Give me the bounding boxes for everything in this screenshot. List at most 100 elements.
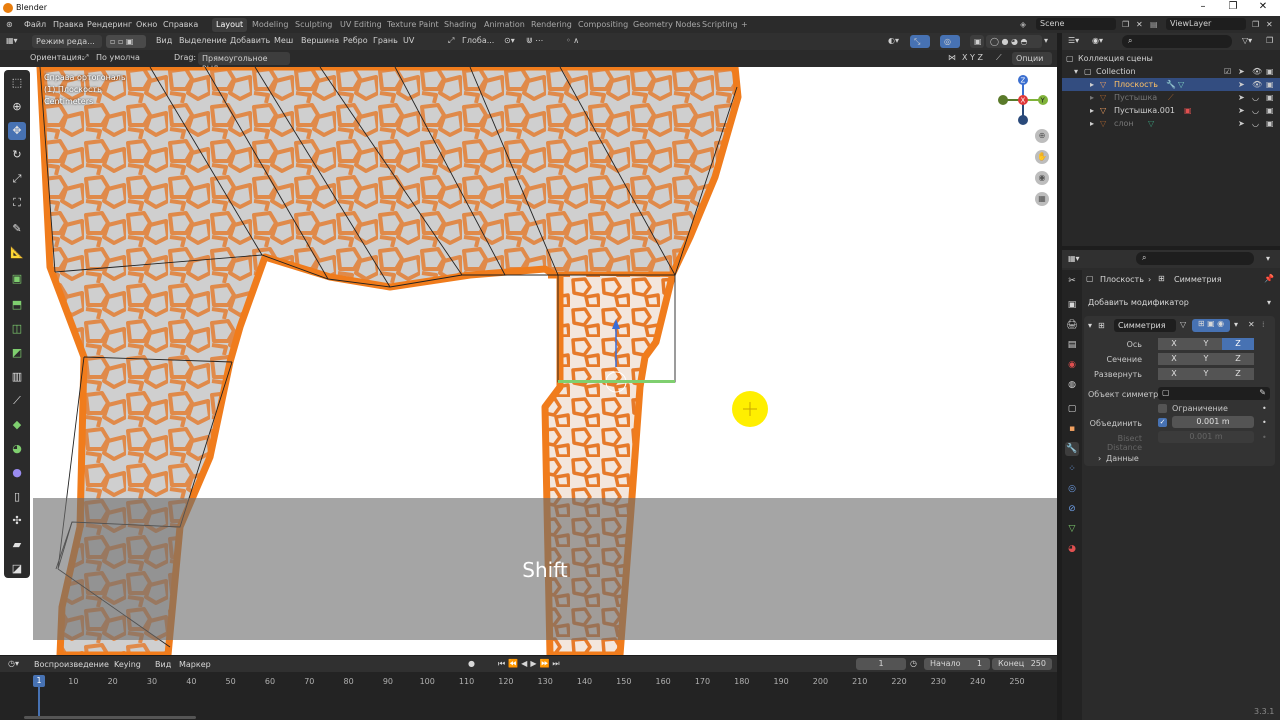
on-cage-icon[interactable]: ▽	[1180, 320, 1186, 329]
eyedropper-icon[interactable]: ✎	[1259, 388, 1266, 397]
editor-type-icon[interactable]: ▦▾	[6, 36, 18, 48]
options-button[interactable]: Опции	[1012, 52, 1052, 65]
mirror-axes[interactable]: X Y Z	[962, 53, 983, 65]
output-tab-icon[interactable]: 🖨	[1065, 318, 1079, 332]
collapse-icon[interactable]: ▾	[1088, 321, 1092, 330]
menu-view[interactable]: Вид	[156, 36, 172, 48]
flip-x-toggle[interactable]: X	[1158, 368, 1190, 380]
minimize-icon[interactable]: –	[1188, 1, 1218, 12]
close-icon[interactable]: ✕	[1248, 1, 1278, 12]
menu-select[interactable]: Выделение	[179, 36, 227, 48]
pin-icon[interactable]: ⟋	[996, 53, 1002, 65]
end-frame-field[interactable]: Конец 250	[992, 658, 1052, 670]
axis-x-toggle[interactable]: X	[1158, 338, 1190, 350]
expand-icon[interactable]: ▸	[1090, 80, 1094, 89]
camera-icon[interactable]: ▣	[1266, 67, 1274, 76]
expand-icon[interactable]: ▸	[1090, 93, 1094, 102]
remove-modifier-icon[interactable]: ✕	[1248, 320, 1255, 329]
timeline-ruler[interactable]: 1 10 20 30 40 50 60 70 80 90 100 110 120 130 140 150 16…	[0, 672, 1057, 720]
eye-hidden-icon[interactable]: ◡	[1252, 93, 1259, 102]
pivot-icon[interactable]: ⊙▾	[504, 36, 515, 48]
select-mode-buttons[interactable]: ▫ ▫ ▣	[106, 35, 146, 48]
world-tab-icon[interactable]: ◍	[1065, 378, 1079, 392]
outliner-row-elephant[interactable]: ▸ ▽ слон ▽ ➤ ◡ ▣	[1062, 117, 1280, 130]
expand-icon[interactable]: ▾	[1074, 67, 1078, 76]
proportional-edit-icon[interactable]: ◦ ∧	[566, 36, 579, 48]
merge-distance-field[interactable]: 0.001 m	[1172, 416, 1254, 428]
tab-sculpting[interactable]: Sculpting	[295, 20, 332, 29]
filter-icon[interactable]: ▽▾	[1242, 36, 1252, 45]
menu-face[interactable]: Грань	[373, 36, 398, 48]
ortho-grid-icon[interactable]: ▦	[1035, 192, 1049, 206]
timeline-scrollbar[interactable]	[24, 716, 196, 719]
constraints-tab-icon[interactable]: ⊘	[1065, 502, 1079, 516]
eye-hidden-icon[interactable]: ◡	[1252, 119, 1259, 128]
bisect-y-toggle[interactable]: Y	[1190, 353, 1222, 365]
transform-orientation-icon[interactable]: ⤢	[448, 36, 454, 48]
loop-cut-tool-icon[interactable]: ▥	[8, 368, 26, 386]
timeline-editor-icon[interactable]: ◷▾	[8, 659, 19, 668]
select-arrow-icon[interactable]: ➤	[1238, 119, 1245, 128]
transform-tool-icon[interactable]: ⛶	[8, 194, 26, 212]
rotate-tool-icon[interactable]: ↻	[8, 146, 26, 164]
mirror-icon[interactable]: ⋈	[948, 53, 956, 65]
area-divider[interactable]	[1062, 246, 1280, 250]
zoom-icon[interactable]: ⊕	[1035, 129, 1049, 143]
drag-selector[interactable]: Прямоугольное выд...	[198, 52, 290, 72]
menu-edge[interactable]: Ребро	[343, 36, 368, 48]
camera-view-icon[interactable]: ◉	[1035, 171, 1049, 185]
blender-menu-icon[interactable]: ⊛	[6, 20, 13, 29]
tool-tab-icon[interactable]: ✂	[1065, 274, 1079, 288]
tab-texture-paint[interactable]: Texture Paint	[387, 20, 439, 29]
rip-tool-icon[interactable]: ◪	[8, 560, 26, 578]
shear-tool-icon[interactable]: ▰	[8, 536, 26, 554]
outliner-row-plane[interactable]: ▸ ▽ Плоскость 🔧 ▽ ➤ 👁 ▣	[1062, 78, 1280, 91]
outliner-editor-icon[interactable]: ☰▾	[1068, 36, 1079, 45]
move-tool-icon[interactable]: ✥	[8, 122, 26, 140]
camera-icon[interactable]: ▣	[1266, 119, 1274, 128]
select-arrow-icon[interactable]: ➤	[1238, 67, 1245, 76]
annotate-tool-icon[interactable]: ✎	[8, 220, 26, 238]
object-tab-icon[interactable]: ▪	[1065, 422, 1079, 436]
select-arrow-icon[interactable]: ➤	[1238, 93, 1245, 102]
menu-playback[interactable]: Воспроизведение	[34, 660, 109, 669]
viewlayer-selector[interactable]: ViewLayer	[1166, 18, 1246, 30]
transform-orientation-selector[interactable]: Глоба...	[462, 36, 494, 48]
shading-mode-icons[interactable]: ◯ ● ◕ ◓	[986, 35, 1042, 48]
mode-selector[interactable]: Режим реда...	[32, 35, 102, 48]
pin-icon[interactable]: 📌	[1264, 274, 1274, 283]
axis-y-toggle[interactable]: Y	[1190, 338, 1222, 350]
tab-geometry-nodes[interactable]: Geometry Nodes	[633, 20, 700, 29]
add-workspace-icon[interactable]: +	[741, 20, 748, 29]
add-modifier-button[interactable]: Добавить модификатор ▾	[1084, 296, 1275, 310]
add-cube-tool-icon[interactable]: ▣	[8, 270, 26, 288]
merge-checkbox[interactable]: ✓	[1158, 418, 1167, 427]
area-divider[interactable]	[1057, 33, 1062, 720]
expand-icon[interactable]: ▸	[1090, 106, 1094, 115]
camera-icon[interactable]: ▣	[1266, 106, 1274, 115]
scale-tool-icon[interactable]: ⤢	[8, 170, 26, 188]
render-tab-icon[interactable]: ▣	[1065, 298, 1079, 312]
outliner-row-scene-collection[interactable]: ▢ Коллекция сцены	[1062, 52, 1280, 65]
properties-search-input[interactable]: ⌕	[1136, 252, 1254, 265]
3d-viewport[interactable]: Справа ортогональ (1) Плоскость Centimet…	[0, 67, 1057, 655]
view-layer-tab-icon[interactable]: ▤	[1065, 338, 1079, 352]
start-frame-field[interactable]: Начало 1	[924, 658, 990, 670]
particles-tab-icon[interactable]: ⁘	[1065, 462, 1079, 476]
shading-options-icon[interactable]: ▾	[1044, 36, 1048, 48]
camera-icon[interactable]: ▣	[1266, 80, 1274, 89]
keyframe-dot-icon[interactable]: •	[1262, 433, 1267, 442]
camera-icon[interactable]: ▣	[1266, 93, 1274, 102]
menu-help[interactable]: Справка	[163, 20, 198, 29]
cursor-tool-icon[interactable]: ⊕	[8, 98, 26, 116]
tab-rendering[interactable]: Rendering	[531, 20, 572, 29]
modifier-name-field[interactable]: Симметрия	[1114, 319, 1176, 332]
select-box-tool-icon[interactable]: ⬚	[8, 74, 26, 92]
pan-hand-icon[interactable]: ✋	[1035, 150, 1049, 164]
menu-uv[interactable]: UV	[403, 36, 414, 48]
checkbox-icon[interactable]: ☑	[1224, 67, 1231, 76]
flip-y-toggle[interactable]: Y	[1190, 368, 1222, 380]
smooth-tool-icon[interactable]: ●	[8, 464, 26, 482]
bisect-z-toggle[interactable]: Z	[1222, 353, 1254, 365]
current-frame-marker[interactable]: 1	[33, 675, 45, 687]
